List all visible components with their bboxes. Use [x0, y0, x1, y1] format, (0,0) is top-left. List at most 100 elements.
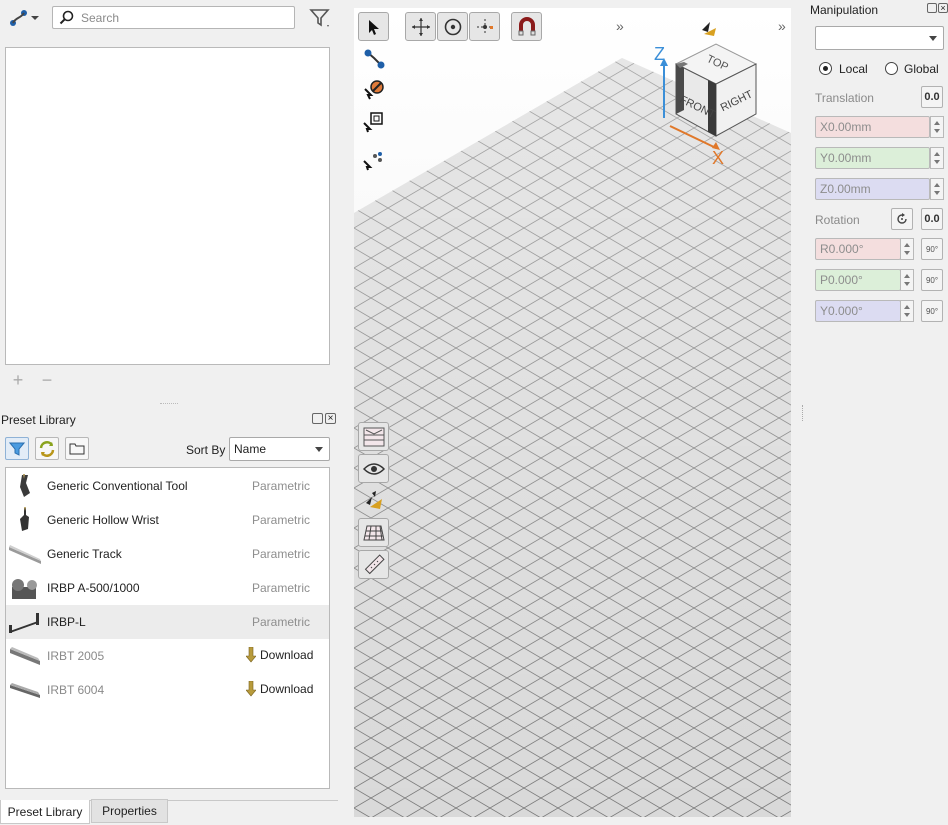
panel-close-icon[interactable]: ×	[325, 413, 336, 424]
list-item[interactable]: Generic Hollow Wrist Parametric	[6, 503, 329, 537]
connection-dropdown-button[interactable]	[4, 6, 44, 30]
section-view-button[interactable]	[358, 422, 389, 451]
select-tool-button[interactable]	[358, 12, 389, 41]
translation-z-stepper[interactable]	[930, 178, 944, 200]
group-select-tool[interactable]	[359, 144, 389, 174]
item-kind: Parametric	[252, 513, 311, 527]
move-tool-button[interactable]	[405, 12, 436, 41]
filter-button[interactable]	[305, 5, 335, 31]
rotation-p-stepper[interactable]	[900, 269, 914, 291]
sort-by-select[interactable]: Name	[229, 437, 330, 461]
disable-select-tool[interactable]	[359, 74, 389, 104]
remove-button[interactable]: −	[39, 371, 55, 389]
view-home-tool[interactable]	[359, 486, 389, 516]
hollow-wrist-thumbnail	[20, 507, 29, 531]
positioner-thumbnail	[12, 579, 37, 599]
view-cube[interactable]: TOP FRONT RIGHT Z X	[644, 18, 784, 168]
3d-viewport[interactable]: » » TOP FRONT RIGHT Z X	[354, 8, 791, 817]
rotation-y-field[interactable]: Y0.000°	[815, 300, 901, 322]
grid-icon	[362, 525, 385, 540]
translation-y-field[interactable]: Y0.00mm	[815, 147, 930, 169]
axis-z-label: Z	[654, 44, 665, 64]
manipulation-target-select[interactable]	[815, 26, 944, 50]
download-arrow-icon	[246, 681, 256, 697]
add-button[interactable]: +	[10, 371, 26, 389]
reset-translation-button[interactable]: 0.0	[921, 86, 943, 108]
item-name: IRBT 2005	[47, 649, 105, 663]
grid-toggle-button[interactable]	[358, 518, 389, 547]
list-item[interactable]: IRBT 6004 Download	[6, 673, 329, 707]
download-action[interactable]: Download	[246, 647, 313, 663]
preset-library-title: Preset Library	[1, 413, 76, 427]
rotate-icon	[444, 18, 461, 35]
axis-x-label: X	[712, 148, 724, 168]
list-item[interactable]: IRBP A-500/1000 Parametric	[6, 571, 329, 605]
irbp-l-thumbnail	[9, 613, 39, 633]
eye-icon	[362, 462, 385, 475]
list-item[interactable]: Generic Conventional Tool Parametric	[6, 469, 329, 503]
rotate-90-y-button[interactable]: 90°	[921, 300, 943, 322]
search-input[interactable]	[79, 9, 289, 26]
sort-by-label: Sort By	[186, 443, 226, 457]
translation-x-field[interactable]: X0.00mm	[815, 116, 930, 138]
rotation-p-field[interactable]: P0.000°	[815, 269, 901, 291]
translation-label: Translation	[815, 91, 874, 105]
chevron-down-icon	[31, 16, 39, 20]
radio-local[interactable]	[819, 62, 832, 75]
box-select-icon	[363, 112, 383, 133]
tab-properties[interactable]: Properties	[91, 799, 168, 823]
rotate-pivot-icon	[897, 213, 907, 224]
rotation-r-stepper[interactable]	[900, 238, 914, 260]
toolbar-expand-icon[interactable]: »	[616, 18, 624, 34]
filter-icon	[9, 442, 25, 456]
translation-y-stepper[interactable]	[930, 147, 944, 169]
splitter-handle[interactable]	[160, 403, 178, 407]
download-label: Download	[260, 682, 314, 696]
path-select-icon	[364, 49, 385, 69]
visibility-button[interactable]	[358, 454, 389, 483]
rotation-y-stepper[interactable]	[900, 300, 914, 322]
open-folder-button[interactable]	[65, 437, 89, 460]
reset-rotation-button[interactable]: 0.0	[921, 208, 943, 230]
rotate-90-p-button[interactable]: 90°	[921, 269, 943, 291]
item-kind: Parametric	[252, 479, 311, 493]
ruler-icon	[364, 553, 385, 574]
cursor-icon	[368, 19, 379, 35]
chevron-down-icon	[315, 447, 323, 452]
radio-local-label: Local	[839, 62, 868, 76]
refresh-button[interactable]	[35, 437, 59, 460]
rotate-tool-button[interactable]	[437, 12, 468, 41]
rotation-pivot-button[interactable]	[891, 208, 913, 230]
snap-toggle-button[interactable]	[511, 12, 542, 41]
radio-global[interactable]	[885, 62, 898, 75]
rotation-r-field[interactable]: R0.000°	[815, 238, 901, 260]
download-action[interactable]: Download	[246, 681, 313, 697]
view-home-icon	[366, 491, 382, 509]
rotate-90-r-button[interactable]: 90°	[921, 238, 943, 260]
list-item[interactable]: IRBP-L Parametric	[6, 605, 329, 639]
translation-x-stepper[interactable]	[930, 116, 944, 138]
tab-preset-library[interactable]: Preset Library	[0, 800, 90, 824]
home-view-icon[interactable]	[702, 22, 716, 36]
library-filter-button[interactable]	[5, 437, 29, 460]
path-select-tool[interactable]	[359, 44, 389, 74]
box-select-tool[interactable]	[359, 106, 389, 136]
splitter-handle[interactable]	[802, 405, 804, 421]
library-tree[interactable]	[5, 47, 330, 365]
conventional-tool-thumbnail	[20, 474, 30, 497]
section-plane-icon	[363, 427, 384, 446]
panel-close-icon[interactable]: ×	[938, 3, 948, 13]
list-item[interactable]: Generic Track Parametric	[6, 537, 329, 571]
item-name: IRBP-L	[47, 615, 86, 629]
translation-z-field[interactable]: Z0.00mm	[815, 178, 930, 200]
connection-icon	[10, 10, 27, 26]
radio-global-label: Global	[904, 62, 939, 76]
panel-float-icon[interactable]	[927, 3, 937, 13]
search-field[interactable]	[52, 6, 295, 29]
chevron-down-icon	[929, 36, 937, 41]
jog-tool-button[interactable]	[469, 12, 500, 41]
panel-float-icon[interactable]	[312, 413, 323, 424]
refresh-icon	[39, 440, 55, 457]
list-item[interactable]: IRBT 2005 Download	[6, 639, 329, 673]
measure-tool-button[interactable]	[358, 550, 389, 579]
